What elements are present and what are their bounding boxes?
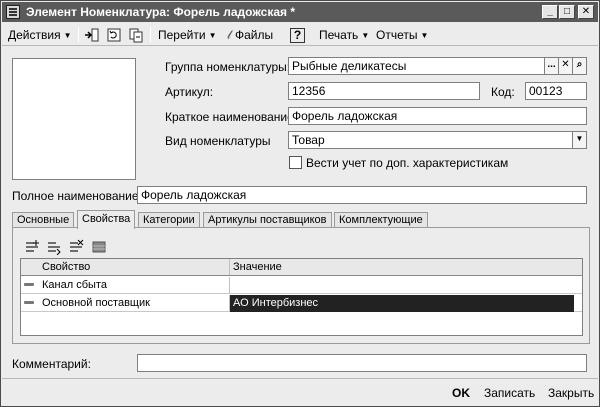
refresh-icon[interactable]	[106, 27, 122, 43]
close-button[interactable]: Закрыть	[548, 386, 594, 400]
tab-categories[interactable]: Категории	[138, 212, 200, 228]
files-button[interactable]: 𝓁 Файлы	[227, 27, 273, 43]
group-label: Группа номенклатуры:	[165, 60, 291, 74]
dropdown-arrow-icon: ▼	[420, 31, 429, 40]
property-cell[interactable]: Основной поставщик	[39, 295, 229, 312]
table-row[interactable]: Канал сбыта	[21, 277, 582, 294]
reports-menu[interactable]: Отчеты ▼	[376, 27, 428, 43]
code-field[interactable]: 00123	[525, 82, 587, 100]
minimize-button[interactable]: _	[542, 5, 558, 19]
comment-field[interactable]	[137, 354, 587, 372]
copy-icon[interactable]	[128, 27, 144, 43]
close-window-button[interactable]: ✕	[578, 5, 594, 19]
title-bar: Элемент Номенклатура: Форель ладожская *…	[2, 2, 598, 22]
short-name-field[interactable]: Форель ладожская	[288, 107, 587, 125]
toolbar: Действия ▼ Перейти ▼ 𝓁 Файлы ? Печать ▼ Отче…	[2, 24, 598, 46]
toolbar-separator	[150, 27, 151, 43]
full-name-value: Форель ладожская	[141, 188, 247, 202]
code-value: 00123	[529, 84, 563, 98]
value-cell-selected[interactable]: АО Интербизнес	[230, 295, 574, 312]
short-name-value: Форель ладожская	[292, 109, 398, 123]
value-cell[interactable]	[230, 277, 582, 294]
dropdown-arrow-icon: ▼	[208, 31, 217, 40]
dropdown-arrow-icon: ▼	[361, 31, 370, 40]
reports-menu-label: Отчеты	[376, 28, 418, 42]
actions-menu[interactable]: Действия ▼	[8, 27, 72, 43]
maximize-button[interactable]: □	[559, 5, 575, 19]
table-header: Свойство Значение	[21, 259, 582, 276]
save-button[interactable]: Записать	[484, 386, 535, 400]
article-label: Артикул:	[165, 85, 214, 99]
add-row-icon[interactable]	[24, 239, 40, 255]
chevron-down-icon[interactable]: ▼	[572, 132, 586, 148]
ok-button[interactable]: OK	[452, 386, 470, 400]
form-icon	[6, 5, 20, 19]
delete-row-icon[interactable]	[68, 239, 84, 255]
code-label: Код:	[491, 85, 515, 99]
kind-label: Вид номенклатуры	[165, 134, 271, 148]
full-name-field[interactable]: Форель ладожская	[137, 186, 587, 204]
window-title: Элемент Номенклатура: Форель ладожская *	[26, 5, 296, 19]
copy-row-icon[interactable]	[46, 239, 62, 255]
tab-properties[interactable]: Свойства	[77, 210, 136, 229]
bottom-bar: OK Записать Закрыть	[2, 378, 598, 406]
search-icon[interactable]: ⌕	[572, 58, 586, 74]
extra-char-label: Вести учет по доп. характеристикам	[306, 156, 509, 170]
dropdown-arrow-icon: ▼	[63, 31, 72, 40]
window: Элемент Номенклатура: Форель ладожская *…	[0, 0, 600, 407]
group-field[interactable]: Рыбные деликатесы ... ✕ ⌕	[288, 57, 587, 75]
tab-main[interactable]: Основные	[12, 212, 75, 228]
tab-components[interactable]: Комплектующие	[334, 212, 428, 228]
paperclip-icon: 𝓁	[227, 28, 231, 42]
properties-panel: Свойство Значение Канал сбыта Основной п…	[12, 227, 590, 344]
kind-value: Товар	[292, 133, 325, 147]
goto-menu[interactable]: Перейти ▼	[158, 27, 216, 43]
properties-table: Свойство Значение Канал сбыта Основной п…	[20, 258, 583, 336]
clear-icon[interactable]: ✕	[558, 58, 572, 74]
toolbar-separator	[78, 27, 79, 43]
row-marker-icon	[24, 301, 34, 304]
group-value: Рыбные деликатесы	[292, 59, 407, 73]
property-cell[interactable]: Канал сбыта	[39, 277, 229, 294]
table-row[interactable]: Основной поставщик АО Интербизнес	[21, 295, 582, 312]
tab-supplier-articles[interactable]: Артикулы поставщиков	[203, 212, 332, 228]
extra-char-checkbox[interactable]	[289, 156, 302, 169]
article-value: 12356	[292, 84, 326, 98]
article-field[interactable]: 12356	[288, 82, 480, 100]
column-header-value[interactable]: Значение	[230, 259, 582, 276]
short-name-label: Краткое наименование:	[165, 110, 298, 124]
files-button-label: Файлы	[234, 28, 274, 42]
table-settings-icon[interactable]	[91, 239, 107, 255]
help-button[interactable]: ?	[290, 27, 305, 43]
full-name-label: Полное наименование:	[12, 189, 142, 203]
help-icon: ?	[290, 28, 305, 43]
item-picture[interactable]	[12, 58, 136, 180]
select-button[interactable]: ...	[544, 58, 558, 74]
goto-menu-label: Перейти	[158, 28, 206, 42]
print-menu-label: Печать	[319, 28, 359, 42]
actions-menu-label: Действия	[8, 28, 61, 42]
kind-select[interactable]: Товар ▼	[288, 131, 587, 149]
move-to-group-icon[interactable]	[84, 27, 100, 43]
column-header-property[interactable]: Свойство	[39, 259, 229, 276]
comment-label: Комментарий:	[12, 357, 91, 371]
row-marker-icon	[24, 283, 34, 286]
print-menu[interactable]: Печать ▼	[319, 27, 369, 43]
